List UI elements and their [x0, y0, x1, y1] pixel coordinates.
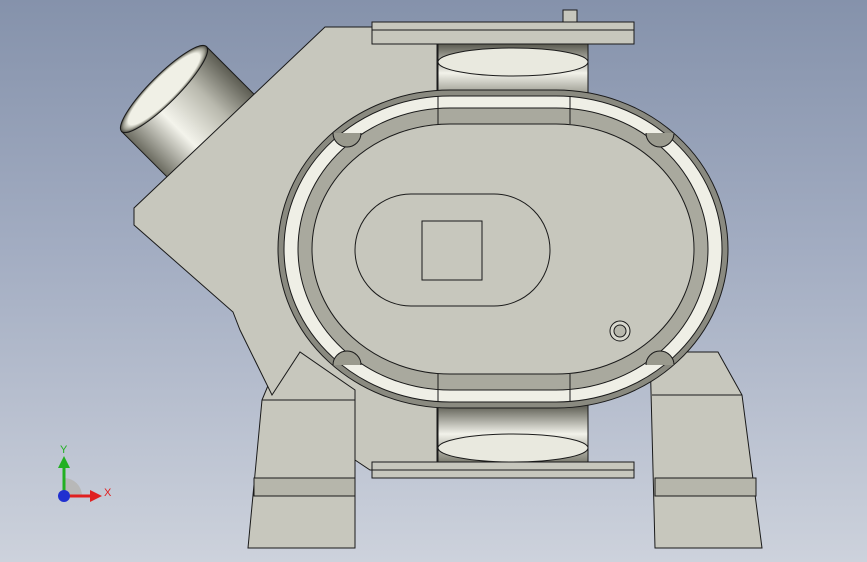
y-axis-label: Y [60, 444, 68, 456]
cad-model-view[interactable] [0, 0, 867, 562]
x-axis-arrow-icon [90, 490, 102, 502]
y-axis-arrow-icon [58, 456, 70, 468]
bolt-head[interactable] [609, 320, 631, 342]
leg-left[interactable] [247, 351, 356, 549]
leg-right[interactable] [649, 351, 763, 549]
x-axis-label: X [104, 487, 112, 499]
axis-triad: Y X [58, 444, 112, 502]
graphics-viewport[interactable]: Y X [0, 0, 867, 562]
oval-casing[interactable] [277, 89, 729, 409]
z-axis-origin-icon [58, 490, 70, 502]
